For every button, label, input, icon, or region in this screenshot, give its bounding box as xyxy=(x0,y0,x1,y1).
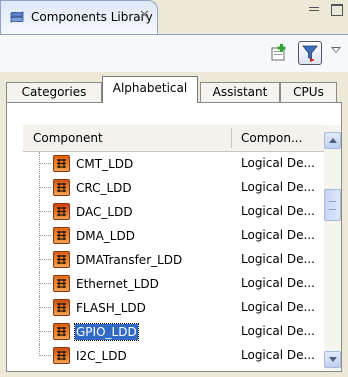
dac-icon xyxy=(53,203,70,220)
tree-line xyxy=(39,320,40,344)
gpio-icon xyxy=(53,323,70,340)
table-row[interactable]: I2C_LDD Logical De... xyxy=(23,344,324,368)
tree-branch xyxy=(40,211,51,212)
scroll-up-button[interactable] xyxy=(324,132,341,149)
close-icon[interactable]: ✕ xyxy=(139,9,150,23)
filter-icon xyxy=(302,45,318,62)
view-title-bar: Components Library ✕ xyxy=(0,0,348,34)
maximize-icon[interactable] xyxy=(331,4,343,16)
component-type: Logical De... xyxy=(241,156,315,170)
tree-line xyxy=(39,152,40,176)
view-menu-chevron-icon[interactable] xyxy=(331,47,341,53)
dma-transfer-icon xyxy=(53,251,70,268)
column-separator[interactable] xyxy=(231,128,232,148)
i2c-icon xyxy=(53,347,70,364)
cmt-icon xyxy=(53,155,70,172)
component-type: Logical De... xyxy=(241,348,315,362)
column-header-type[interactable]: Compon... xyxy=(241,131,302,145)
tree-branch xyxy=(40,331,51,332)
view-title: Components Library xyxy=(31,10,153,24)
tree-branch xyxy=(40,355,51,356)
component-name[interactable]: CRC_LDD xyxy=(75,180,133,196)
tree-branch xyxy=(40,187,51,188)
component-type: Logical De... xyxy=(241,324,315,338)
component-name[interactable]: DMA_LDD xyxy=(75,228,136,244)
tree-line xyxy=(39,296,40,320)
component-type: Logical De... xyxy=(241,228,315,242)
flash-icon xyxy=(53,299,70,316)
view-tab[interactable]: Components Library ✕ xyxy=(0,0,158,34)
tab-categories[interactable]: Categories xyxy=(6,82,102,102)
tree-line xyxy=(39,248,40,272)
ethernet-icon xyxy=(53,275,70,292)
column-header-component[interactable]: Component xyxy=(33,131,103,145)
tree-branch xyxy=(40,307,51,308)
table-row[interactable]: DMATransfer_LDD Logical De... xyxy=(23,248,324,272)
dma-icon xyxy=(53,227,70,244)
table-row[interactable]: FLASH_LDD Logical De... xyxy=(23,296,324,320)
tree-line xyxy=(39,200,40,224)
component-name[interactable]: I2C_LDD xyxy=(75,348,128,364)
tree-line xyxy=(39,272,40,296)
component-type: Logical De... xyxy=(241,252,315,266)
filter-button[interactable] xyxy=(298,41,322,65)
component-type: Logical De... xyxy=(241,276,315,290)
component-name[interactable]: FLASH_LDD xyxy=(75,300,147,316)
crc-icon xyxy=(53,179,70,196)
table-header: Component Compon... xyxy=(23,125,324,152)
component-type: Logical De... xyxy=(241,204,315,218)
component-name[interactable]: Ethernet_LDD xyxy=(75,276,160,292)
scroll-down-button[interactable] xyxy=(324,351,341,368)
table-row[interactable]: GPIO_LDD Logical De... xyxy=(23,320,324,344)
table-row[interactable]: CRC_LDD Logical De... xyxy=(23,176,324,200)
tree-line xyxy=(39,224,40,248)
table-row[interactable]: CMT_LDD Logical De... xyxy=(23,152,324,176)
table-row[interactable]: DMA_LDD Logical De... xyxy=(23,224,324,248)
components-library-view: Components Library ✕ Categories Alphabet… xyxy=(0,0,348,377)
view-toolbar xyxy=(0,34,348,72)
tab-alphabetical[interactable]: Alphabetical xyxy=(102,76,198,103)
scroll-thumb[interactable] xyxy=(324,189,341,221)
component-list: CMT_LDD Logical De... CRC_LDD Logical De...… xyxy=(23,152,324,371)
table-row[interactable]: Ethernet_LDD Logical De... xyxy=(23,272,324,296)
component-name[interactable]: CMT_LDD xyxy=(75,156,134,172)
new-component-icon[interactable] xyxy=(270,44,288,62)
vertical-scrollbar[interactable] xyxy=(324,125,341,370)
table-row[interactable]: DAC_LDD Logical De... xyxy=(23,200,324,224)
tree-branch xyxy=(40,259,51,260)
tree-branch xyxy=(40,283,51,284)
tab-cpus[interactable]: CPUs xyxy=(280,82,337,102)
component-name[interactable]: DMATransfer_LDD xyxy=(75,252,183,268)
view-tabs: Categories Alphabetical Assistant CPUs xyxy=(0,72,348,103)
component-name[interactable]: DAC_LDD xyxy=(75,204,134,220)
component-name[interactable]: GPIO_LDD xyxy=(74,323,139,341)
minimize-icon[interactable] xyxy=(309,5,321,15)
tree-line xyxy=(39,176,40,200)
tree-branch xyxy=(40,163,51,164)
component-type: Logical De... xyxy=(241,300,315,314)
component-type: Logical De... xyxy=(241,180,315,194)
tree-branch xyxy=(40,235,51,236)
components-library-icon xyxy=(10,11,24,23)
tab-assistant[interactable]: Assistant xyxy=(200,82,280,102)
components-panel: Component Compon... CMT_LDD Logical De...… xyxy=(6,102,342,372)
